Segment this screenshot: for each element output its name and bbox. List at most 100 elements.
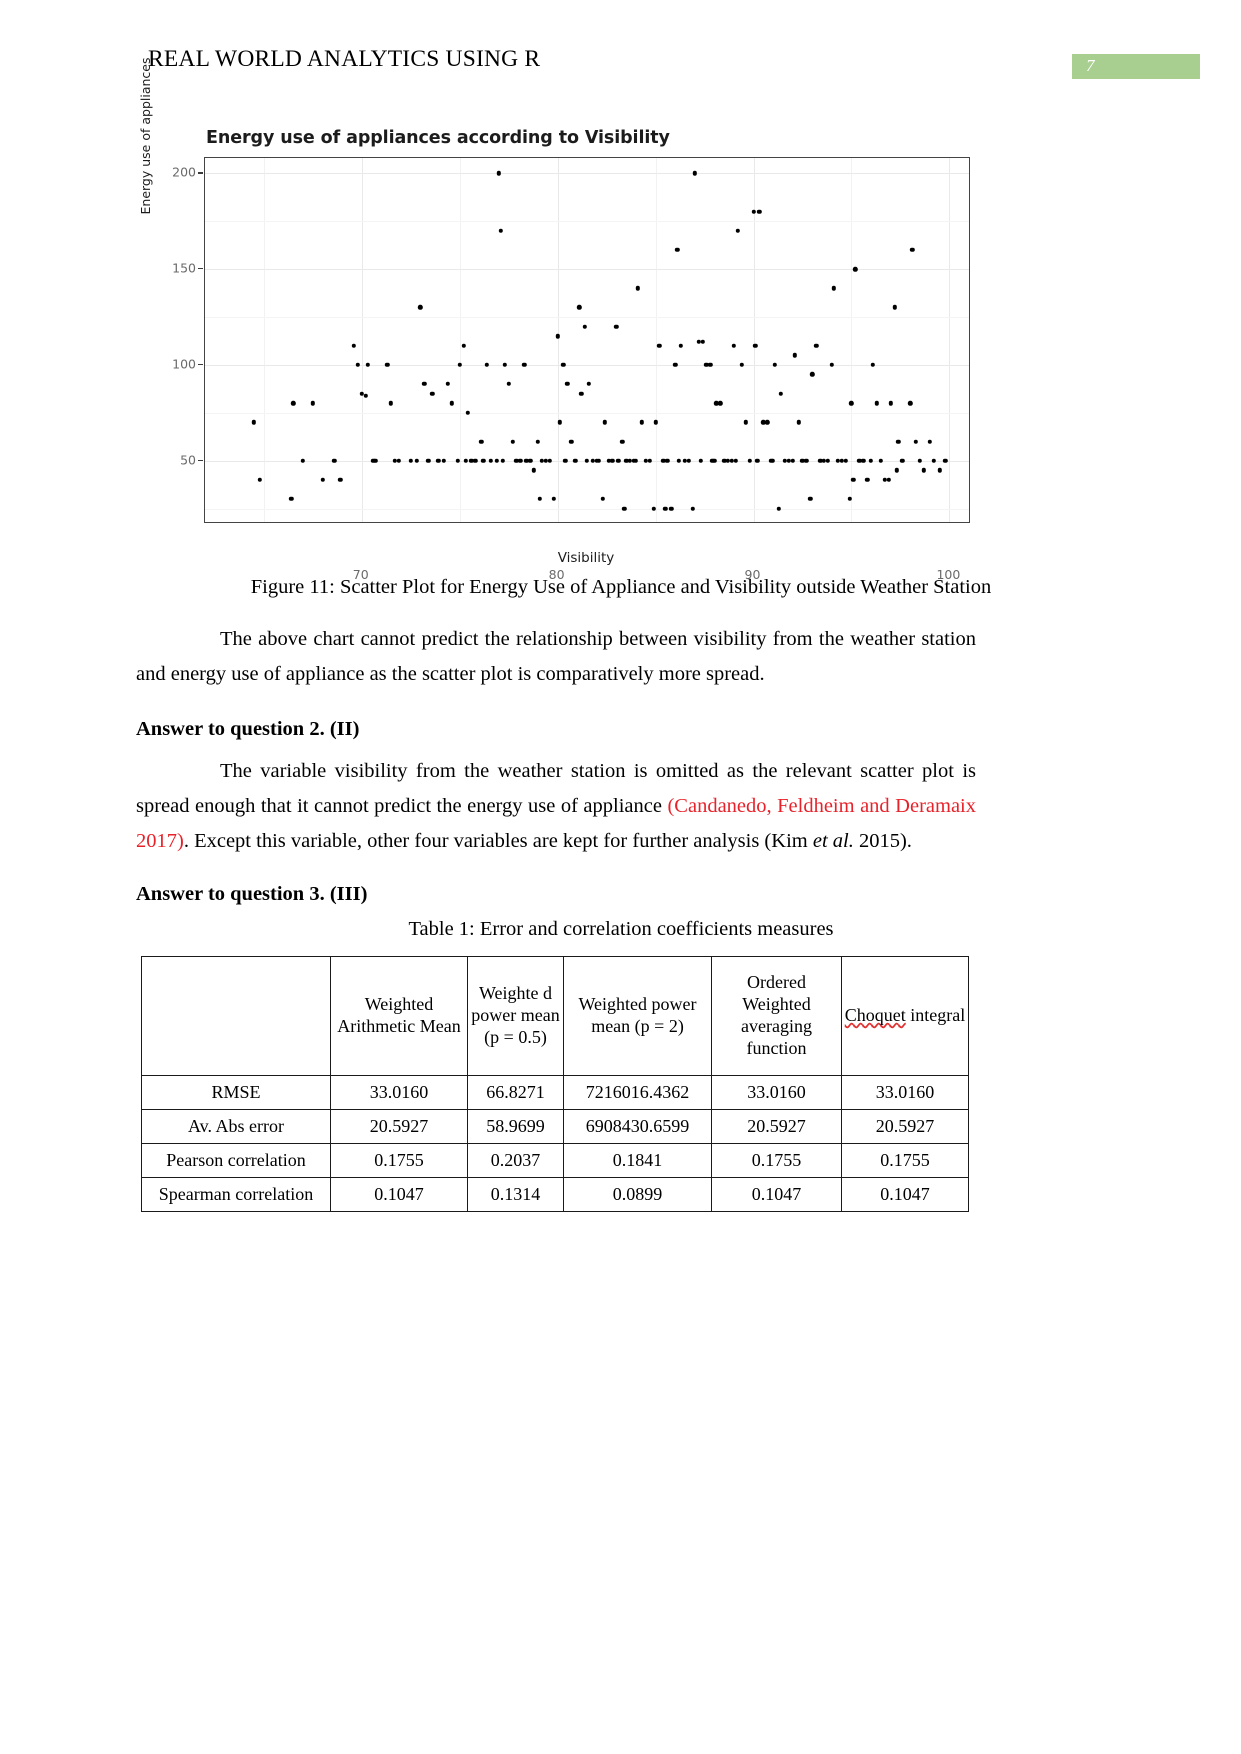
chart-data-point [639,420,645,425]
table-row-label: Av. Abs error [141,1109,331,1144]
chart-y-tick-label: 150 [172,260,196,276]
paragraph-1-text: The above chart cannot predict the relat… [136,628,976,685]
table-row: RMSE 33.0160 66.8271 7216016.4362 33.0160 33.… [141,1075,969,1110]
table-cell: 33.0160 [841,1075,969,1110]
chart-data-point [484,362,490,368]
chart-y-tick-label: 200 [172,164,196,180]
table-cell: 0.1314 [467,1177,564,1212]
chart-data-point [555,333,560,339]
chart-data-point [712,458,717,463]
chart-data-point [698,458,703,463]
chart-data-point [373,458,378,463]
table-cell: 7216016.4362 [563,1075,712,1110]
table-cell: 0.1755 [841,1143,969,1178]
chart-y-tick-mark [198,268,203,270]
chart-data-point [913,439,919,444]
chart-data-point [584,458,590,463]
chart-gridline-horizontal-minor [205,508,969,510]
chart-data-point [510,439,515,444]
chart-data-point [518,458,523,463]
chart-data-point [753,343,758,348]
chart-data-point [896,439,901,444]
chart-gridline-horizontal [205,173,969,175]
chart-y-tick-label: 100 [172,356,196,372]
chart-data-point [708,362,713,368]
chart-data-point [886,477,891,483]
chart-title: Energy use of appliances according to Vi… [206,128,670,148]
chart-data-point [757,209,762,214]
chart-data-point [535,439,541,444]
chart-gridline-vertical-minor [851,158,853,522]
chart-gridline-vertical [361,158,363,522]
document-page: REAL WORLD ANALYTICS USING R 7 Energy us… [0,0,1241,1754]
chart-data-point [790,458,795,463]
chart-data-point [524,458,529,463]
paragraph-2-part-3: 2015). [853,830,912,852]
table-cell: 6908430.6599 [563,1109,712,1144]
table-row-label: RMSE [141,1075,331,1110]
chart-data-point [690,506,695,511]
chart-data-point [888,401,893,406]
chart-data-point [384,362,390,368]
chart-data-point [480,458,486,463]
table-cell: 0.1047 [711,1177,842,1212]
table-row-label: Spearman correlation [141,1177,331,1212]
chart-data-point [743,420,748,425]
chart-data-point [937,468,942,473]
chart-data-point [776,506,782,511]
table-header-weighted-power-mean-p2: Weighted power mean (p = 2) [563,956,712,1076]
chart-data-point [498,228,503,233]
chart-data-point [502,362,507,368]
chart-data-point [653,420,658,425]
chart-data-point [825,458,831,463]
table-row: Av. Abs error 20.5927 58.9699 6908430.6599 2… [141,1109,969,1144]
chart-data-point [813,343,819,348]
chart-data-point [496,171,502,176]
chart-data-point [831,286,837,291]
chart-data-point [700,339,705,345]
chart-data-point [473,458,478,463]
table-cell: 33.0160 [711,1075,842,1110]
spellcheck-choquet-word: Choquet [844,1005,906,1026]
chart-data-point [663,506,668,511]
chart-data-point [332,458,337,463]
paragraph-above-chart-discussion: The above chart cannot predict the relat… [136,622,976,692]
table-header-corner [141,956,331,1076]
chart-data-point [861,458,866,463]
chart-data-point [733,458,739,463]
chart-data-point [531,468,537,473]
chart-data-point [849,401,854,406]
chart-data-point [678,343,684,348]
table-header-choquet-integral: Choquet integral [841,956,969,1076]
chart-gridline-horizontal-minor [205,221,969,223]
chart-data-point [686,458,692,463]
table-cell: 20.5927 [841,1109,969,1144]
chart-data-point [927,439,933,444]
table-row: Spearman correlation 0.1047 0.1314 0.0899 0.… [141,1177,969,1212]
chart-y-tick-mark [198,363,203,366]
chart-data-point [561,362,566,368]
chart-data-point [457,362,462,368]
chart-data-point [657,343,662,348]
chart-data-point [635,286,641,291]
table-cell: 20.5927 [711,1109,842,1144]
table-cell: 0.1841 [563,1143,712,1178]
chart-data-point [441,458,447,463]
chart-data-point [864,477,870,483]
page-number-badge: 7 [1072,54,1200,79]
chart-data-point [426,458,431,463]
chart-data-point [300,458,306,463]
table-header-weighted-power-mean-p05: Weighte d power mean (p = 0.5) [467,956,564,1076]
chart-gridline-vertical-minor [459,158,461,522]
table-cell: 33.0160 [330,1075,468,1110]
table-header-owa-function: Ordered Weighted averaging function [711,956,842,1076]
chart-x-axis-label: Visibility [557,550,615,566]
citation-et-al: et al. [812,830,854,852]
figure-caption: Figure 11: Scatter Plot for Energy Use o… [250,576,992,598]
chart-data-point [578,391,584,396]
chart-data-point [500,458,505,463]
chart-data-point [465,410,470,415]
chart-data-point [633,458,639,463]
table-cell: 0.1755 [711,1143,842,1178]
chart-data-point [290,401,296,406]
